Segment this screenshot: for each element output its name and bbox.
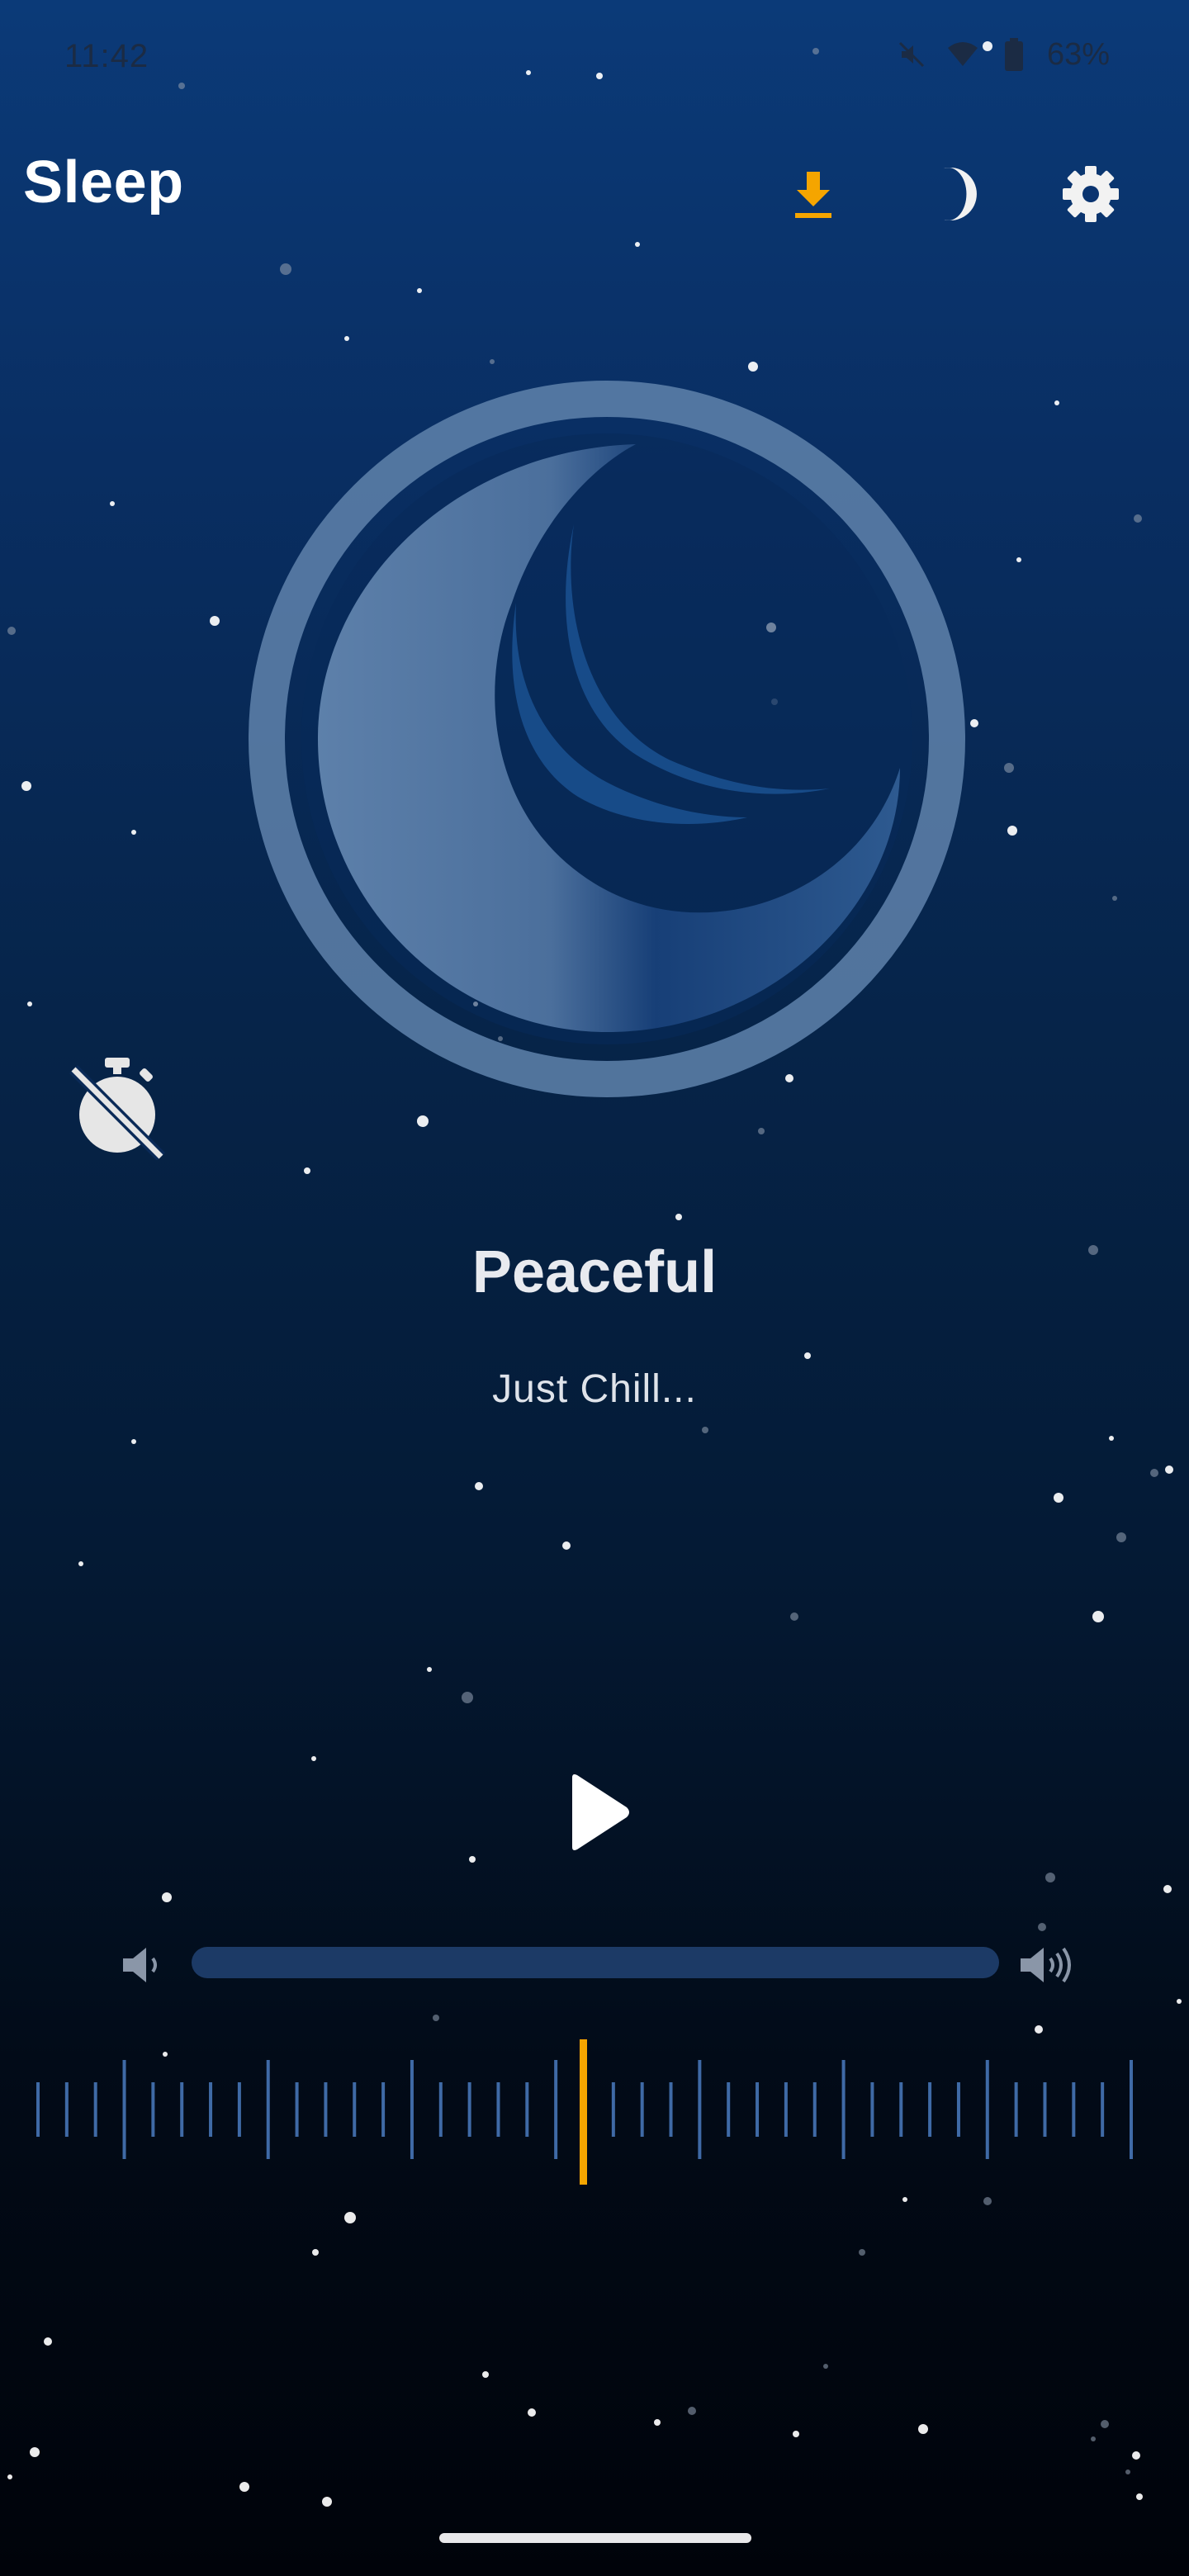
status-icons: 63% (893, 36, 1110, 73)
battery-percent: 63% (1046, 36, 1110, 72)
app-bar: Sleep (0, 132, 1189, 239)
frequency-tuner[interactable] (33, 2031, 1156, 2188)
download-button[interactable] (776, 157, 850, 231)
volume-slider[interactable] (192, 1947, 999, 1978)
mute-icon (893, 36, 930, 73)
night-mode-button[interactable] (915, 157, 989, 231)
gesture-nav-handle[interactable] (439, 2533, 751, 2543)
sleep-timer-button[interactable] (59, 1049, 175, 1164)
sleep-logo (239, 372, 974, 1106)
play-button[interactable] (553, 1767, 644, 1858)
volume-low-icon (114, 1940, 172, 1990)
gear-icon (1063, 166, 1119, 222)
wifi-icon (945, 36, 981, 73)
volume-high-icon (1017, 1940, 1075, 1990)
volume-control (0, 1932, 1189, 1998)
download-icon (795, 172, 831, 218)
status-bar: 11:42 63% (0, 0, 1189, 116)
settings-button[interactable] (1054, 157, 1128, 231)
moon-icon (944, 168, 977, 220)
track-title: Peaceful (471, 1239, 718, 1305)
timer-off-icon (69, 1058, 165, 1160)
tuner-indicator[interactable] (580, 2039, 587, 2185)
status-time: 11:42 (64, 38, 149, 74)
play-icon (572, 1774, 629, 1850)
app-title: Sleep (23, 149, 184, 215)
battery-icon (996, 36, 1032, 73)
track-subtitle: Just Chill... (492, 1367, 697, 1411)
